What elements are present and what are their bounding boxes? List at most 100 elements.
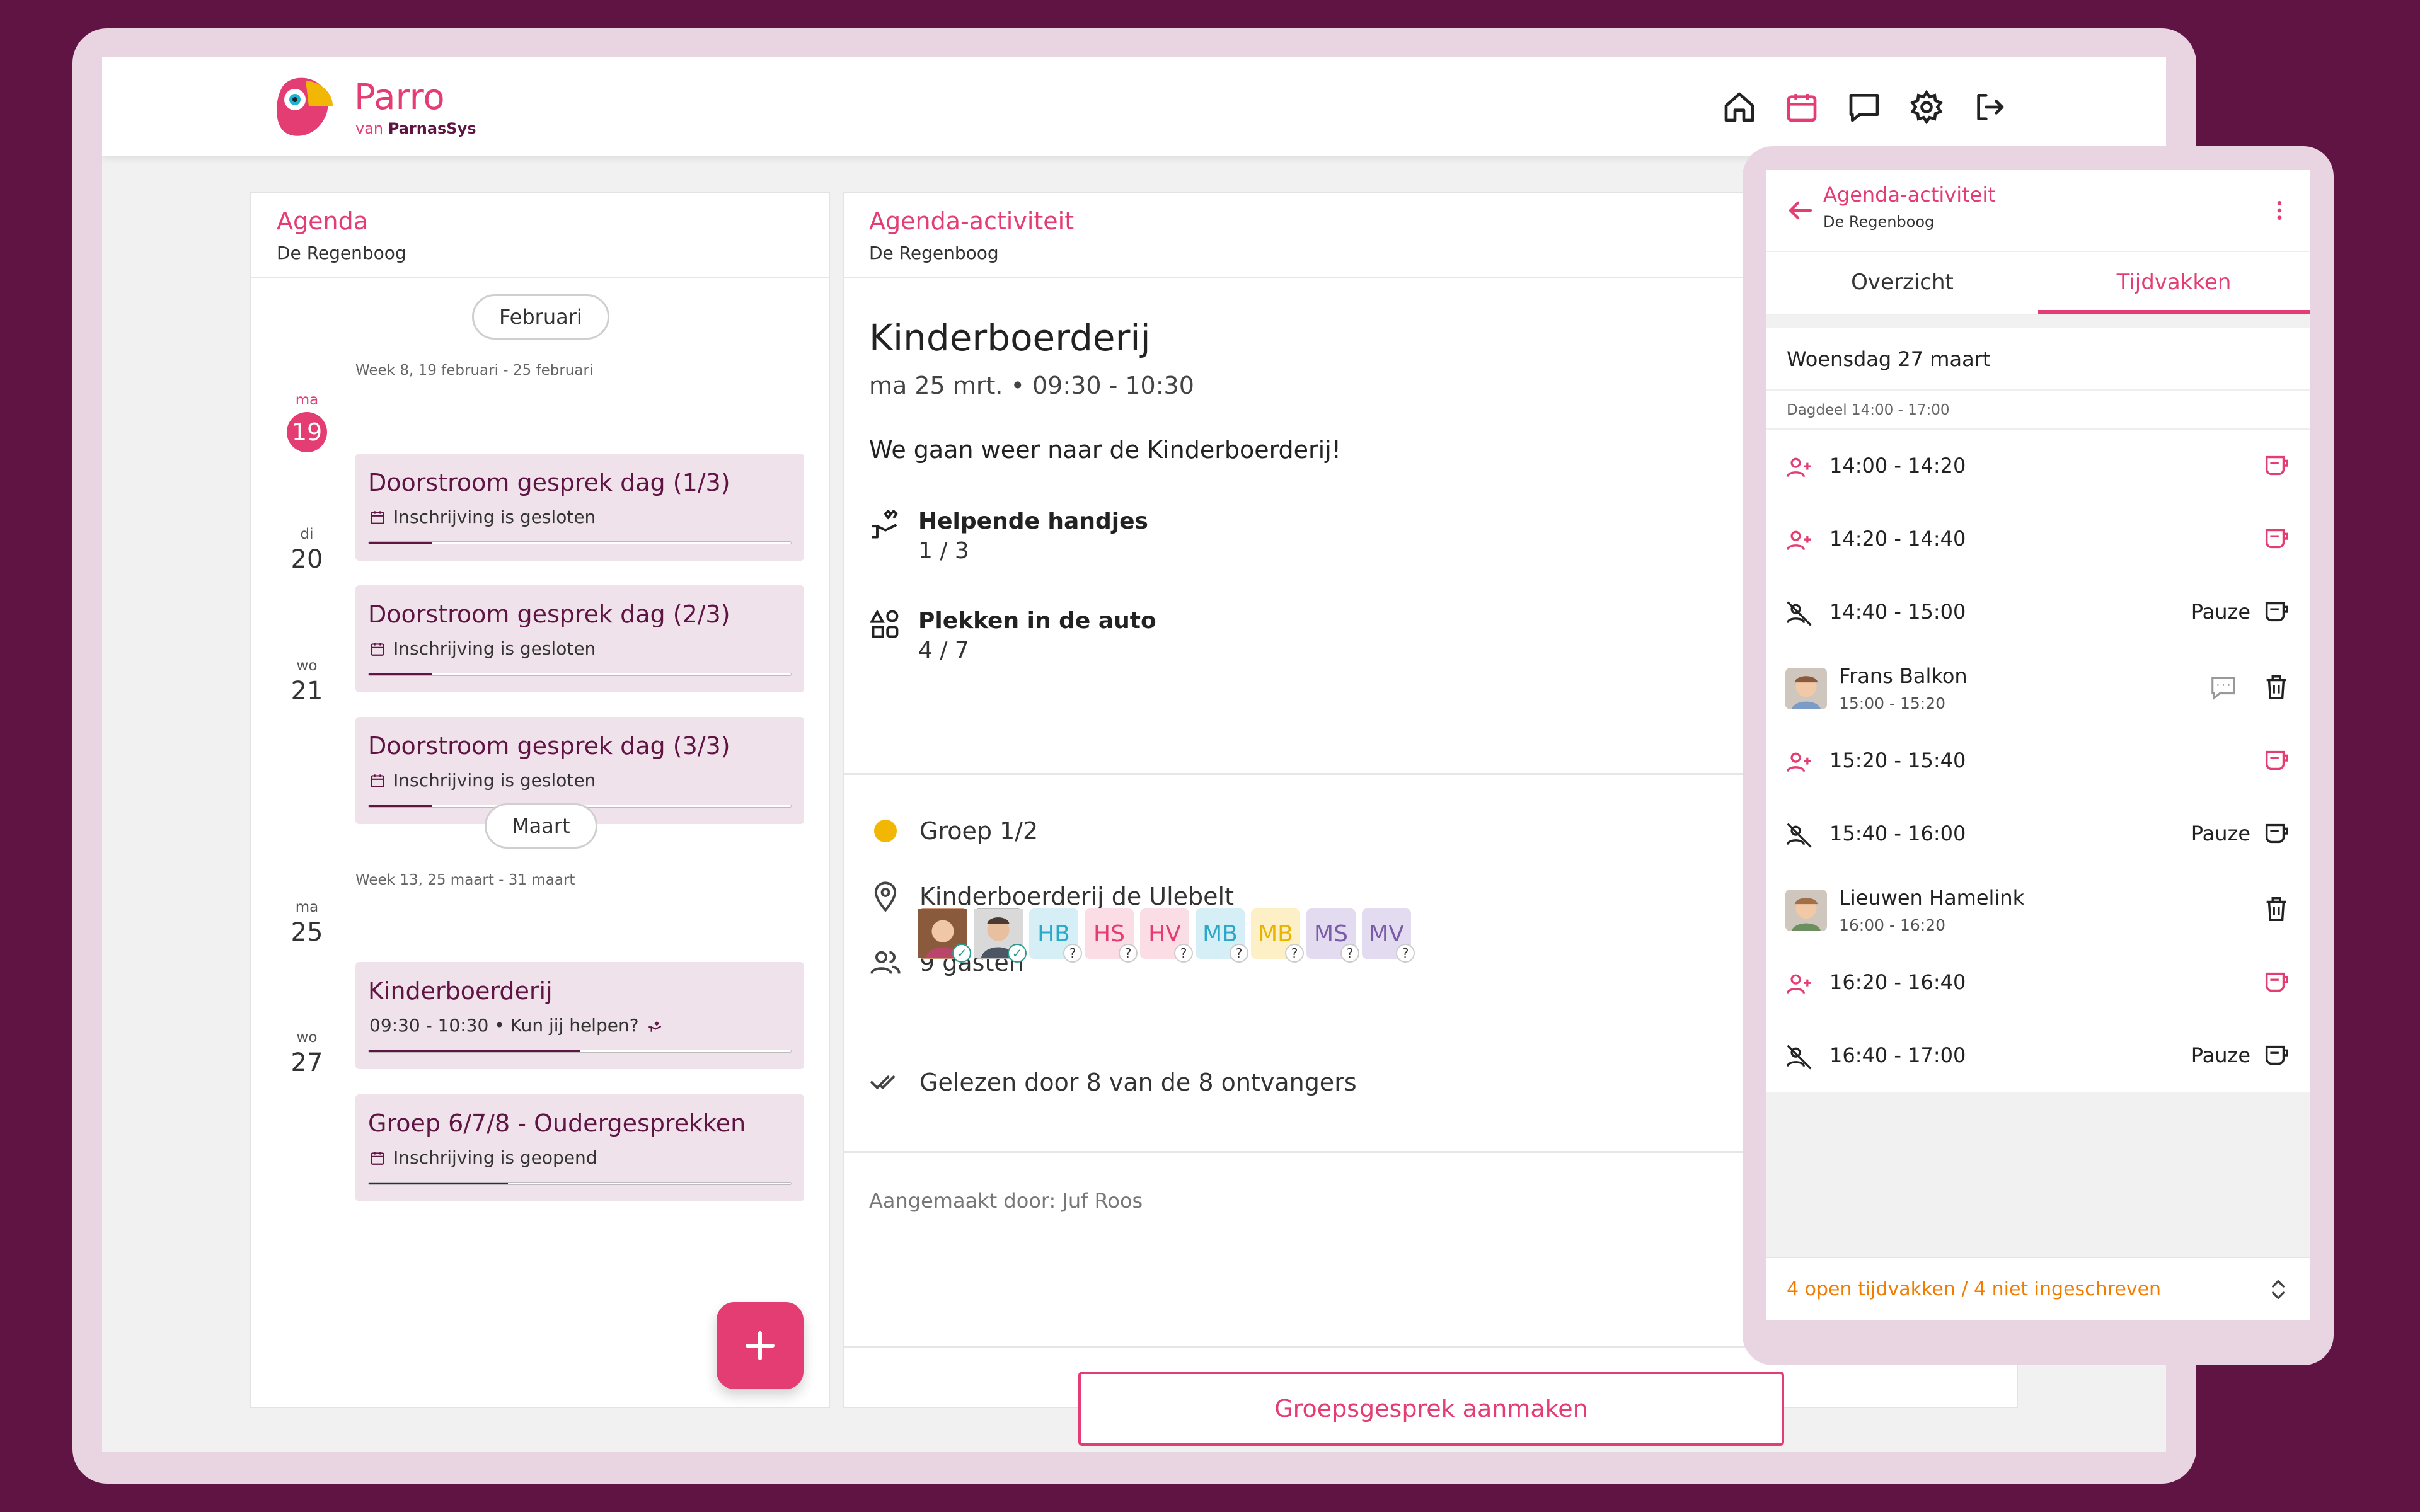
tab-tijdvakken[interactable]: Tijdvakken — [2038, 252, 2310, 314]
coffee-cup-icon[interactable] — [2262, 746, 2291, 775]
agenda-title: Agenda — [277, 207, 368, 235]
back-arrow-icon[interactable] — [1785, 195, 1816, 226]
detail-header-title: Agenda-activiteit — [869, 207, 1075, 235]
agenda-header: Agenda De Regenboog — [251, 193, 829, 278]
unfold-icon[interactable] — [2266, 1277, 2291, 1302]
accepted-badge: ✓ — [952, 944, 971, 963]
event-card[interactable]: Doorstroom gesprek dag (1/3) Inschrijvin… — [355, 454, 804, 561]
slot-open[interactable]: 16:20 - 16:40 — [1766, 946, 2310, 1019]
calendar-icon[interactable] — [1783, 88, 1821, 126]
double-check-icon — [870, 1075, 895, 1090]
coffee-cup-icon[interactable] — [2262, 819, 2291, 848]
group-color-dot — [874, 820, 897, 842]
student-avatar — [1785, 668, 1827, 709]
slot-open[interactable]: 15:20 - 15:40 — [1766, 724, 2310, 798]
person-off-icon — [1787, 1045, 1812, 1070]
phone-subtitle: De Regenboog — [1823, 213, 1935, 231]
person-off-icon — [1787, 601, 1812, 626]
more-vertical-icon[interactable] — [2267, 195, 2292, 226]
guest-avatar[interactable]: ✓ — [974, 908, 1027, 963]
accepted-badge: ✓ — [1008, 944, 1027, 963]
day-27: wo 27 — [291, 1029, 323, 1077]
group-row: Groep 1/2 — [869, 817, 1038, 845]
activity-title: Kinderboerderij — [869, 316, 1151, 359]
guest-avatars[interactable]: ✓ ✓ HB? HS? HV? MB? MB? MS? MV? — [918, 908, 1415, 963]
shapes-icon — [869, 609, 899, 638]
add-person-icon — [1787, 974, 1811, 994]
phone-title: Agenda-activiteit — [1823, 183, 1996, 207]
slot-pause[interactable]: 15:40 - 16:00 Pauze — [1766, 798, 2310, 871]
brand-subline: van ParnasSys — [355, 120, 476, 137]
week-label: Week 8, 19 februari - 25 februari — [355, 362, 594, 379]
parro-logo-icon — [277, 77, 333, 136]
slot-open[interactable]: 14:20 - 14:40 — [1766, 503, 2310, 576]
brand-name: Parro — [354, 77, 445, 118]
create-group-talk-button[interactable]: Groepsgesprek aanmaken — [1078, 1372, 1784, 1446]
week-label: Week 13, 25 maart - 31 maart — [355, 872, 575, 888]
event-progress — [368, 1050, 792, 1053]
slot-booked[interactable]: Lieuwen Hamelink 16:00 - 16:20 — [1766, 871, 2310, 946]
daypart-label: Dagdeel 14:00 - 17:00 — [1766, 391, 2310, 430]
event-progress — [368, 541, 792, 544]
activity-description: We gaan weer naar de Kinderboerderij! — [869, 436, 1341, 464]
coffee-cup-icon[interactable] — [2262, 968, 2291, 997]
guest-avatar[interactable]: MB? — [1196, 908, 1248, 963]
agenda-subtitle: De Regenboog — [277, 243, 406, 263]
tab-overzicht[interactable]: Overzicht — [1766, 252, 2038, 314]
slot-booked[interactable]: Frans Balkon 15:00 - 15:20 — [1766, 649, 2310, 724]
slot-pause[interactable]: 16:40 - 17:00 Pauze — [1766, 1019, 2310, 1092]
slot-summary-footer[interactable]: 4 open tijdvakken / 4 niet ingeschreven — [1766, 1257, 2310, 1320]
read-receipt-row: Gelezen door 8 van de 8 ontvangers — [869, 1066, 1357, 1099]
guest-avatar[interactable]: ✓ — [918, 908, 971, 963]
chat-icon[interactable] — [1845, 88, 1883, 126]
coffee-cup-icon[interactable] — [2262, 524, 2291, 553]
helping-hands-row[interactable]: Helpende handjes 1 / 3 — [869, 508, 1148, 564]
event-progress — [368, 673, 792, 676]
location-pin-icon — [874, 881, 897, 912]
created-by: Aangemaakt door: Juf Roos — [869, 1189, 1143, 1213]
guest-avatar[interactable]: MV? — [1362, 908, 1415, 963]
guest-avatar[interactable]: HB? — [1029, 908, 1082, 963]
event-card[interactable]: Doorstroom gesprek dag (2/3) Inschrijvin… — [355, 585, 804, 692]
calendar-check-icon — [371, 1151, 384, 1165]
coffee-cup-icon[interactable] — [2262, 597, 2291, 626]
add-person-icon — [1787, 457, 1811, 478]
guest-avatar[interactable]: MB? — [1251, 908, 1304, 963]
calendar-check-icon — [371, 642, 384, 656]
pending-badge: ? — [1340, 944, 1359, 963]
slot-open[interactable]: 14:00 - 14:20 — [1766, 430, 2310, 503]
add-event-button[interactable] — [717, 1302, 804, 1389]
guest-avatar[interactable]: HV? — [1140, 908, 1193, 963]
month-pill-februari: Februari — [472, 294, 609, 340]
helping-hand-icon — [648, 1021, 661, 1032]
guest-avatar[interactable]: HS? — [1085, 908, 1138, 963]
gear-icon[interactable] — [1908, 88, 1945, 126]
agenda-panel: Agenda De Regenboog Februari Week 8, 19 … — [250, 192, 830, 1408]
trash-icon[interactable] — [2262, 895, 2291, 924]
activity-datetime: ma 25 mrt. • 09:30 - 10:30 — [869, 372, 1194, 399]
calendar-check-icon — [371, 510, 384, 524]
trash-icon[interactable] — [2262, 673, 2291, 702]
calendar-check-icon — [371, 774, 384, 788]
plus-icon — [746, 1331, 775, 1360]
pending-badge: ? — [1174, 944, 1193, 963]
event-card[interactable]: Groep 6/7/8 - Oudergesprekken Inschrijvi… — [355, 1094, 804, 1201]
logout-icon[interactable] — [1970, 88, 2008, 126]
pending-badge: ? — [1230, 944, 1248, 963]
home-icon[interactable] — [1720, 88, 1758, 126]
slot-pause[interactable]: 14:40 - 15:00 Pauze — [1766, 576, 2310, 649]
helping-hand-icon — [872, 510, 898, 539]
add-person-icon — [1787, 530, 1811, 551]
guest-avatar[interactable]: MS? — [1306, 908, 1359, 963]
event-card-selected[interactable]: Kinderboerderij 09:30 - 10:30 • Kun jij … — [355, 962, 804, 1069]
comment-icon[interactable] — [2209, 673, 2238, 702]
student-avatar — [1785, 890, 1827, 931]
month-pill-maart: Maart — [485, 803, 597, 849]
detail-header-subtitle: De Regenboog — [869, 243, 999, 263]
person-off-icon — [1787, 823, 1812, 848]
coffee-cup-icon[interactable] — [2262, 1041, 2291, 1070]
car-seats-row[interactable]: Plekken in de auto 4 / 7 — [869, 608, 1156, 663]
coffee-cup-icon[interactable] — [2262, 451, 2291, 480]
day-19: ma 19 — [282, 392, 332, 452]
pending-badge: ? — [1396, 944, 1415, 963]
